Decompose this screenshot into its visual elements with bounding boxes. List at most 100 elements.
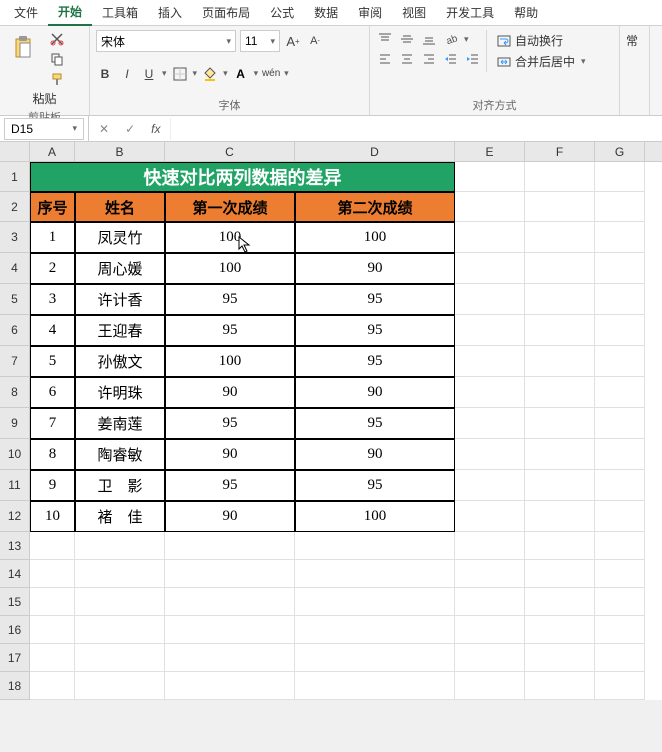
cell-empty[interactable] xyxy=(75,532,165,560)
row-header-17[interactable]: 17 xyxy=(0,644,30,672)
align-right-icon[interactable] xyxy=(420,50,438,68)
menu-工具箱[interactable]: 工具箱 xyxy=(92,0,148,25)
cell-name[interactable]: 许计香 xyxy=(75,284,165,315)
copy-button[interactable] xyxy=(48,50,66,68)
cell-empty[interactable] xyxy=(455,439,525,470)
cell-empty[interactable] xyxy=(525,560,595,588)
cell-empty[interactable] xyxy=(595,439,645,470)
menu-公式[interactable]: 公式 xyxy=(260,0,304,25)
cell-score2[interactable]: 95 xyxy=(295,284,455,315)
menu-审阅[interactable]: 审阅 xyxy=(348,0,392,25)
phonetic-button[interactable]: wén xyxy=(262,65,280,83)
row-header-11[interactable]: 11 xyxy=(0,470,30,501)
formula-input[interactable] xyxy=(170,118,662,140)
cell-empty[interactable] xyxy=(75,672,165,700)
cell-score2[interactable]: 100 xyxy=(295,222,455,253)
cell-empty[interactable] xyxy=(525,616,595,644)
cell-empty[interactable] xyxy=(165,644,295,672)
cell-seq[interactable]: 7 xyxy=(30,408,75,439)
fill-color-button[interactable] xyxy=(201,65,219,83)
cell-empty[interactable] xyxy=(525,192,595,222)
cell-score2[interactable]: 90 xyxy=(295,253,455,284)
menu-开始[interactable]: 开始 xyxy=(48,0,92,26)
cell-empty[interactable] xyxy=(595,377,645,408)
cell-empty[interactable] xyxy=(525,284,595,315)
menu-视图[interactable]: 视图 xyxy=(392,0,436,25)
cell-empty[interactable] xyxy=(455,162,525,192)
font-name-select[interactable]: 宋体▾ xyxy=(96,30,236,52)
table-header-3[interactable]: 第二次成绩 xyxy=(295,192,455,222)
cell-empty[interactable] xyxy=(595,470,645,501)
table-header-1[interactable]: 姓名 xyxy=(75,192,165,222)
cell-empty[interactable] xyxy=(455,588,525,616)
menu-插入[interactable]: 插入 xyxy=(148,0,192,25)
row-header-8[interactable]: 8 xyxy=(0,377,30,408)
cell-empty[interactable] xyxy=(595,532,645,560)
cancel-formula-icon[interactable]: ✕ xyxy=(95,122,113,136)
cell-empty[interactable] xyxy=(295,532,455,560)
cell-empty[interactable] xyxy=(295,644,455,672)
table-header-2[interactable]: 第一次成绩 xyxy=(165,192,295,222)
orientation-icon[interactable]: ab xyxy=(442,30,460,48)
col-header-C[interactable]: C xyxy=(165,142,295,161)
col-header-E[interactable]: E xyxy=(455,142,525,161)
cell-empty[interactable] xyxy=(595,501,645,532)
row-header-10[interactable]: 10 xyxy=(0,439,30,470)
font-color-button[interactable]: A xyxy=(232,65,250,83)
cell-empty[interactable] xyxy=(455,560,525,588)
confirm-formula-icon[interactable]: ✓ xyxy=(121,122,139,136)
cell-empty[interactable] xyxy=(525,346,595,377)
row-header-2[interactable]: 2 xyxy=(0,192,30,222)
decrease-font-icon[interactable]: A- xyxy=(306,32,324,50)
cell-empty[interactable] xyxy=(165,588,295,616)
row-header-14[interactable]: 14 xyxy=(0,560,30,588)
cell-seq[interactable]: 1 xyxy=(30,222,75,253)
wrap-text-button[interactable]: 自动换行 xyxy=(493,30,590,51)
cell-empty[interactable] xyxy=(595,284,645,315)
cell-empty[interactable] xyxy=(455,222,525,253)
bold-button[interactable]: B xyxy=(96,65,114,83)
cell-score1[interactable]: 90 xyxy=(165,439,295,470)
cell-empty[interactable] xyxy=(525,408,595,439)
cell-seq[interactable]: 4 xyxy=(30,315,75,346)
cell-empty[interactable] xyxy=(455,672,525,700)
format-painter-button[interactable] xyxy=(48,70,66,88)
cell-empty[interactable] xyxy=(30,560,75,588)
cell-empty[interactable] xyxy=(525,439,595,470)
paste-button[interactable] xyxy=(6,30,42,66)
cell-score2[interactable]: 90 xyxy=(295,439,455,470)
border-button[interactable] xyxy=(171,65,189,83)
cell-seq[interactable]: 5 xyxy=(30,346,75,377)
cell-score2[interactable]: 95 xyxy=(295,470,455,501)
cell-empty[interactable] xyxy=(525,644,595,672)
cell-empty[interactable] xyxy=(75,560,165,588)
cell-empty[interactable] xyxy=(455,377,525,408)
row-header-16[interactable]: 16 xyxy=(0,616,30,644)
select-all-corner[interactable] xyxy=(0,142,30,161)
cell-empty[interactable] xyxy=(525,377,595,408)
cell-score1[interactable]: 100 xyxy=(165,222,295,253)
cell-empty[interactable] xyxy=(595,672,645,700)
cell-seq[interactable]: 8 xyxy=(30,439,75,470)
cell-empty[interactable] xyxy=(455,192,525,222)
cell-empty[interactable] xyxy=(455,470,525,501)
cell-empty[interactable] xyxy=(595,560,645,588)
cell-empty[interactable] xyxy=(30,616,75,644)
align-center-icon[interactable] xyxy=(398,50,416,68)
align-left-icon[interactable] xyxy=(376,50,394,68)
cell-empty[interactable] xyxy=(525,672,595,700)
cell-empty[interactable] xyxy=(165,560,295,588)
cell-empty[interactable] xyxy=(455,315,525,346)
underline-button[interactable]: U xyxy=(140,65,158,83)
cell-name[interactable]: 孙傲文 xyxy=(75,346,165,377)
cell-empty[interactable] xyxy=(595,253,645,284)
col-header-A[interactable]: A xyxy=(30,142,75,161)
cell-empty[interactable] xyxy=(595,192,645,222)
cell-empty[interactable] xyxy=(455,346,525,377)
row-header-3[interactable]: 3 xyxy=(0,222,30,253)
cell-empty[interactable] xyxy=(595,616,645,644)
cell-empty[interactable] xyxy=(525,315,595,346)
align-bottom-icon[interactable] xyxy=(420,30,438,48)
cell-empty[interactable] xyxy=(75,588,165,616)
cell-seq[interactable]: 3 xyxy=(30,284,75,315)
